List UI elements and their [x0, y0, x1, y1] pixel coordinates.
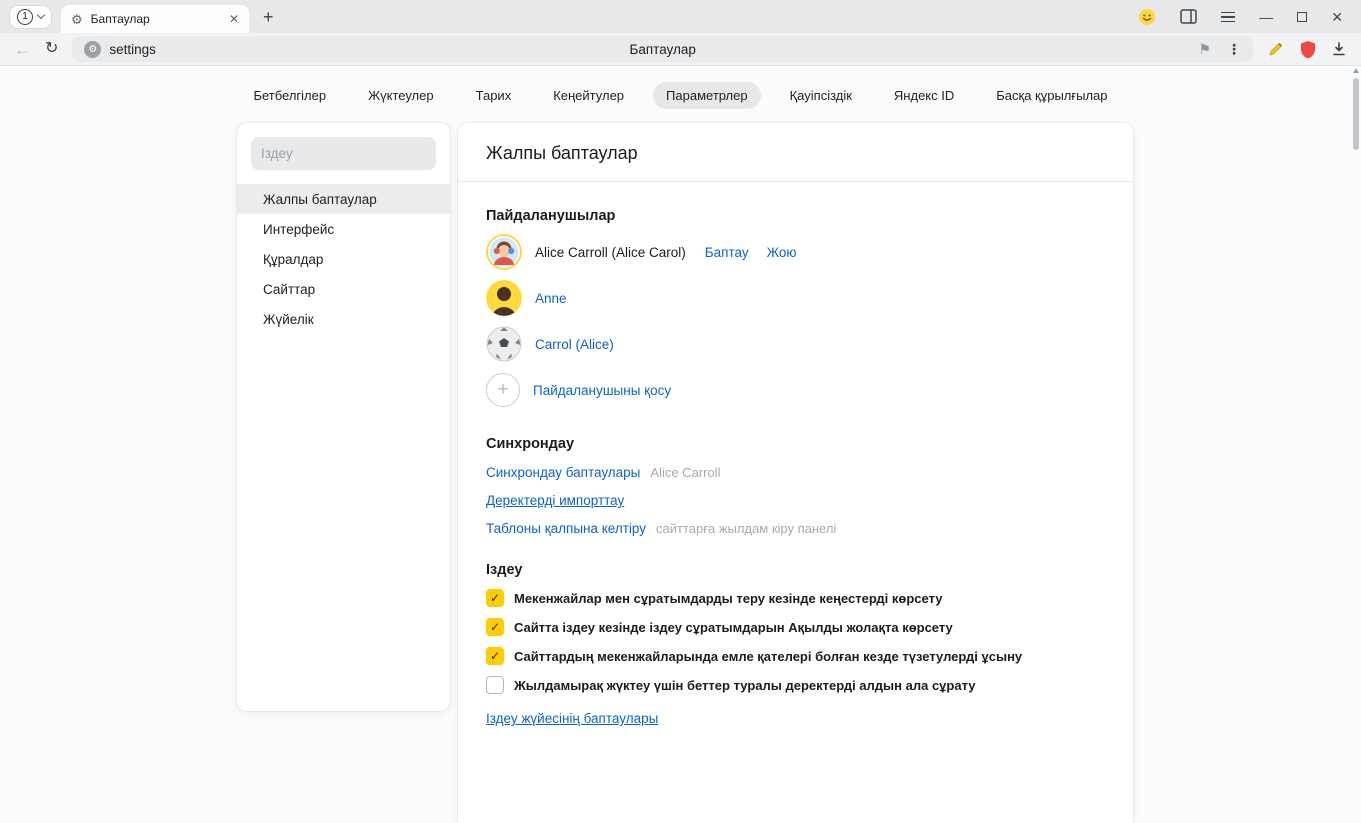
hamburger-menu-icon[interactable] — [1221, 12, 1235, 22]
gear-icon: ⚙ — [71, 13, 83, 26]
tab-counter-button[interactable]: 1 — [10, 6, 51, 28]
users-heading: Пайдаланушылар — [486, 208, 1105, 224]
user-row-primary: Alice Carroll (Alice Carol) Баптау Жою — [486, 232, 1105, 272]
check-icon: ✓ — [490, 650, 500, 662]
option-label: Сайтта іздеу кезінде іздеу сұратымдарын … — [514, 620, 953, 635]
window-maximize-button[interactable] — [1297, 12, 1307, 22]
add-user-icon[interactable]: + — [486, 373, 520, 407]
tab-close-icon[interactable]: ✕ — [229, 12, 239, 26]
site-settings-icon[interactable]: ⚙ — [84, 41, 101, 58]
sidebar-item-general[interactable]: Жалпы баптаулар — [237, 184, 450, 214]
tab-count: 1 — [17, 9, 33, 25]
chevron-down-icon — [37, 11, 45, 19]
import-data-row: Деректерді импорттау — [486, 493, 1105, 508]
bookmark-flag-icon[interactable]: ⚑ — [1198, 42, 1211, 56]
user-row-anne: Anne — [486, 278, 1105, 318]
tableau-note: сайттарға жылдам кіру панелі — [656, 521, 836, 536]
url-text: settings — [109, 42, 156, 57]
page-title: Баптаулар — [72, 42, 1253, 57]
user-name: Alice Carroll (Alice Carol) — [535, 245, 686, 260]
user-configure-link[interactable]: Баптау — [705, 245, 749, 260]
nav-tab-other-devices[interactable]: Басқа құрылғылар — [983, 82, 1120, 109]
sync-account-note: Alice Carroll — [650, 465, 720, 480]
nav-tab-extensions[interactable]: Кеңейтулер — [540, 82, 637, 109]
scroll-up-icon[interactable] — [1353, 68, 1359, 73]
user-row-carrol: Carrol (Alice) — [486, 324, 1105, 364]
avatar-carrol[interactable] — [486, 326, 522, 362]
user-link-carrol[interactable]: Carrol (Alice) — [535, 337, 614, 352]
new-tab-button[interactable]: + — [263, 8, 274, 26]
search-engine-settings-link[interactable]: Іздеу жүйесінің баптаулары — [486, 711, 658, 726]
page-scrollbar[interactable] — [1351, 66, 1361, 749]
add-user-link[interactable]: Пайдаланушыны қосу — [533, 383, 671, 398]
window-minimize-button[interactable]: — — [1259, 10, 1273, 24]
checkbox-prefetch[interactable]: ✓ — [486, 676, 504, 694]
sidebar-item-sites[interactable]: Сайттар — [237, 274, 450, 304]
user-remove-link[interactable]: Жою — [767, 245, 797, 260]
avatar-anne[interactable] — [486, 280, 522, 316]
assistant-smiley-icon[interactable] — [1138, 8, 1156, 26]
settings-nav: Бетбелгілер Жүктеулер Тарих Кеңейтулер П… — [0, 82, 1361, 109]
window-close-button[interactable]: ✕ — [1331, 10, 1343, 24]
user-link-anne[interactable]: Anne — [535, 291, 567, 306]
sidebar-item-tools[interactable]: Құралдар — [237, 244, 450, 274]
nav-tab-history[interactable]: Тарих — [463, 82, 525, 109]
settings-sidebar: Жалпы баптаулар Интерфейс Құралдар Сайтт… — [237, 123, 450, 711]
download-icon[interactable] — [1331, 41, 1347, 57]
option-row-prefetch: ✓ Жылдамырақ жүктеу үшін беттер туралы д… — [486, 676, 1105, 694]
search-input[interactable] — [251, 137, 436, 170]
nav-tab-security[interactable]: Қауіпсіздік — [777, 82, 865, 109]
content-title: Жалпы баптаулар — [458, 123, 1133, 182]
sidebar-item-interface[interactable]: Интерфейс — [237, 214, 450, 244]
tab-title: Баптаулар — [91, 12, 221, 26]
add-user-row: + Пайдаланушыны қосу — [486, 370, 1105, 410]
browser-tab-settings[interactable]: ⚙ Баптаулар ✕ — [61, 5, 249, 33]
option-label: Мекенжайлар мен сұратымдарды теру кезінд… — [514, 591, 943, 606]
nav-tab-bookmarks[interactable]: Бетбелгілер — [240, 82, 339, 109]
nav-tab-yandex-id[interactable]: Яндекс ID — [881, 82, 967, 109]
kebab-menu-icon[interactable]: ⋮ — [1227, 42, 1241, 56]
sync-settings-row: Синхрондау баптаулары Alice Carroll — [486, 465, 1105, 480]
sidebar-item-system[interactable]: Жүйелік — [237, 304, 450, 334]
scrollbar-thumb[interactable] — [1353, 78, 1359, 150]
nav-tab-settings[interactable]: Параметрлер — [653, 82, 761, 109]
tab-strip: 1 ⚙ Баптаулар ✕ + — ✕ — [0, 0, 1361, 33]
side-panel-icon[interactable] — [1180, 9, 1197, 24]
back-button[interactable]: ← — [14, 41, 31, 58]
checkbox-suggestions[interactable]: ✓ — [486, 589, 504, 607]
edit-pencil-icon[interactable] — [1267, 40, 1285, 58]
checkbox-typo-fix[interactable]: ✓ — [486, 647, 504, 665]
protect-shield-icon[interactable] — [1299, 40, 1317, 59]
nav-tab-downloads[interactable]: Жүктеулер — [355, 82, 447, 109]
address-bar[interactable]: Баптаулар ⚙ settings ⚑ ⋮ — [72, 36, 1253, 62]
search-heading: Іздеу — [486, 562, 1105, 578]
check-icon: ✓ — [490, 592, 500, 604]
checkbox-smartline[interactable]: ✓ — [486, 618, 504, 636]
option-label: Сайттардың мекенжайларында емле қателері… — [514, 649, 1022, 664]
sync-heading: Синхрондау — [486, 436, 1105, 452]
restore-tableau-link[interactable]: Таблоны қалпына келтіру — [486, 521, 646, 536]
option-row-typo-fix: ✓ Сайттардың мекенжайларында емле қателе… — [486, 647, 1105, 665]
check-icon: ✓ — [490, 621, 500, 633]
settings-content: Жалпы баптаулар Пайдаланушылар Alice Car… — [458, 123, 1133, 823]
option-label: Жылдамырақ жүктеу үшін беттер туралы дер… — [514, 678, 976, 693]
avatar-alice-carroll[interactable] — [486, 234, 522, 270]
import-data-link[interactable]: Деректерді импорттау — [486, 493, 624, 508]
browser-toolbar: ← ↻ Баптаулар ⚙ settings ⚑ ⋮ — [0, 33, 1361, 66]
sync-settings-link[interactable]: Синхрондау баптаулары — [486, 465, 640, 480]
restore-tableau-row: Таблоны қалпына келтіру сайттарға жылдам… — [486, 521, 1105, 536]
option-row-smartline: ✓ Сайтта іздеу кезінде іздеу сұратымдары… — [486, 618, 1105, 636]
option-row-suggestions: ✓ Мекенжайлар мен сұратымдарды теру кезі… — [486, 589, 1105, 607]
reload-button[interactable]: ↻ — [45, 41, 58, 57]
